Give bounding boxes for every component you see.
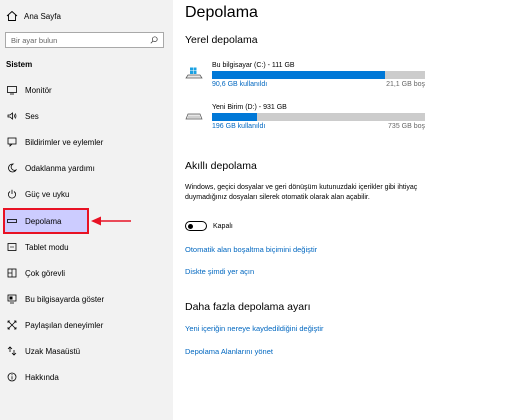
home-label: Ana Sayfa: [24, 11, 61, 21]
local-storage-heading: Yerel depolama: [185, 34, 258, 46]
sidebar-item-power-sleep[interactable]: Güç ve uyku: [0, 183, 173, 205]
drive-icon: [185, 113, 203, 120]
sidebar-item-focus-assist[interactable]: Odaklanma yardımı: [0, 157, 173, 179]
sidebar-item-shared-experiences[interactable]: Paylaşılan deneyimler: [0, 314, 173, 336]
windows-drive-icon: [185, 67, 203, 79]
sidebar-item-label: Bu bilgisayarda göster: [25, 294, 105, 304]
tablet-icon: [7, 243, 17, 251]
smart-storage-toggle-row[interactable]: Kapalı: [185, 221, 233, 231]
sidebar-item-label: Uzak Masaüstü: [25, 346, 81, 356]
home-link[interactable]: Ana Sayfa: [6, 8, 61, 24]
free-label: 735 GB boş: [388, 123, 425, 130]
sidebar-item-label: Depolama: [25, 216, 62, 226]
search-icon[interactable]: [150, 36, 158, 44]
remote-desktop-icon: [7, 346, 17, 356]
sidebar-item-label: Güç ve uyku: [25, 189, 70, 199]
main-content: Depolama Yerel depolama Bu bilgisayar (C…: [173, 0, 507, 420]
smart-storage-toggle[interactable]: [185, 221, 207, 231]
free-space-now-link[interactable]: Diskte şimdi yer açın: [185, 267, 254, 276]
multitask-icon: [7, 268, 17, 278]
sidebar-item-label: Paylaşılan deneyimler: [25, 320, 104, 330]
search-input[interactable]: [11, 35, 141, 45]
shared-icon: [7, 320, 17, 330]
sidebar-item-sound[interactable]: Ses: [0, 105, 173, 127]
sidebar: Ana Sayfa Sistem Monitör Ses Bildirimler…: [0, 0, 173, 420]
drive-name: Yeni Birim (D:) - 931 GB: [212, 104, 287, 111]
drive-d[interactable]: Yeni Birim (D:) - 931 GB 196 GB kullanıl…: [185, 104, 445, 136]
sidebar-item-storage[interactable]: Depolama: [0, 210, 173, 232]
storage-icon: [7, 219, 17, 223]
project-icon: [7, 294, 17, 304]
search-box[interactable]: [5, 32, 164, 48]
toggle-state-label: Kapalı: [213, 222, 233, 230]
power-icon: [8, 189, 16, 199]
used-label[interactable]: 196 GB kullanıldı: [212, 123, 265, 130]
usage-bar-fill: [212, 113, 257, 121]
toggle-knob: [188, 223, 193, 229]
drive-c[interactable]: Bu bilgisayar (C:) - 111 GB 90,6 GB kull…: [185, 62, 445, 94]
smart-storage-heading: Akıllı depolama: [185, 160, 257, 172]
more-storage-settings-heading: Daha fazla depolama ayarı: [185, 301, 311, 313]
section-title: Sistem: [6, 60, 33, 69]
notification-icon: [7, 137, 17, 147]
sidebar-item-label: Hakkında: [25, 372, 59, 382]
sidebar-item-label: Ses: [25, 111, 39, 121]
home-icon: [6, 10, 18, 21]
usage-bar: [212, 71, 425, 79]
arrow-annotation: [91, 216, 131, 226]
speaker-icon: [7, 112, 17, 120]
sidebar-item-monitor[interactable]: Monitör: [0, 79, 173, 101]
sidebar-item-remote-desktop[interactable]: Uzak Masaüstü: [0, 340, 173, 362]
monitor-icon: [7, 86, 17, 95]
configure-storage-sense-link[interactable]: Otomatik alan boşaltma biçimini değiştir: [185, 245, 317, 254]
moon-icon: [8, 163, 17, 173]
sidebar-item-about[interactable]: Hakkında: [0, 366, 173, 388]
smart-storage-description: Windows, geçici dosyalar ve geri dönüşüm…: [185, 184, 418, 201]
free-label: 21,1 GB boş: [386, 81, 425, 88]
sidebar-item-label: Odaklanma yardımı: [25, 163, 95, 173]
sidebar-item-multitasking[interactable]: Çok görevli: [0, 262, 173, 284]
info-icon: [7, 372, 17, 382]
usage-bar: [212, 113, 425, 121]
drive-name: Bu bilgisayar (C:) - 111 GB: [212, 62, 295, 69]
sidebar-item-label: Çok görevli: [25, 268, 66, 278]
usage-bar-fill: [212, 71, 385, 79]
sidebar-item-tablet-mode[interactable]: Tablet modu: [0, 236, 173, 258]
used-label[interactable]: 90,6 GB kullanıldı: [212, 81, 267, 88]
sidebar-item-label: Bildirimler ve eylemler: [25, 137, 104, 147]
sidebar-item-label: Tablet modu: [25, 242, 69, 252]
manage-storage-spaces-link[interactable]: Depolama Alanlarını yönet: [185, 347, 273, 356]
change-save-location-link[interactable]: Yeni içeriğin nereye kaydedildiğini deği…: [185, 324, 324, 333]
sidebar-item-notifications[interactable]: Bildirimler ve eylemler: [0, 131, 173, 153]
sidebar-item-project[interactable]: Bu bilgisayarda göster: [0, 288, 173, 310]
sidebar-item-label: Monitör: [25, 85, 52, 95]
page-title: Depolama: [185, 4, 258, 21]
